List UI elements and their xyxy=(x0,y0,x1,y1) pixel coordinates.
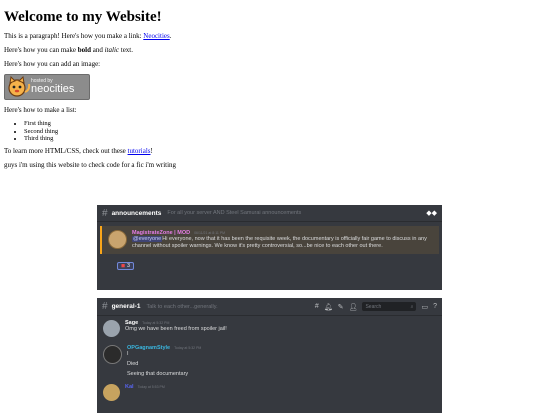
avatar xyxy=(103,320,120,337)
header-icons: ◆◆ xyxy=(426,209,437,217)
neocities-link[interactable]: Neocities xyxy=(143,32,169,40)
message-author: Kal Today at 5:53 PM xyxy=(125,384,436,390)
timestamp: 06/11/21 at 8:11 PM xyxy=(194,231,226,235)
chat-message: Sage Today at 5:32 PM Omg we have been fr… xyxy=(97,316,442,341)
list-item: Second thing xyxy=(24,128,540,136)
inbox-icon[interactable]: ▭ xyxy=(421,303,428,311)
members-icon[interactable]: 👤︎ xyxy=(349,303,358,311)
reaction-button[interactable]: ◼ 3 xyxy=(117,262,134,270)
message-text: @everyoneHi everyone, now that it has be… xyxy=(132,236,433,250)
list-item: First thing xyxy=(24,120,540,128)
paragraph-list: Here's how to make a list: xyxy=(4,106,77,114)
badge-small-text: hosted by xyxy=(31,78,53,84)
channel-topic: Talk to each other...generally. xyxy=(146,303,218,310)
message-body: Sage Today at 5:32 PM Omg we have been fr… xyxy=(125,320,436,337)
announcement-message: MagistrateZone | MOD 06/11/21 at 8:11 PM … xyxy=(100,226,439,254)
discord-general-screenshot: # general-1 Talk to each other...general… xyxy=(97,298,442,413)
paragraph-note: guys i'm using this website to check cod… xyxy=(4,160,177,169)
timestamp: Today at 5:32 PM xyxy=(174,346,202,350)
tutorials-link[interactable]: tutorials xyxy=(128,147,151,155)
timestamp: Today at 5:32 PM xyxy=(142,321,170,325)
bold-text: bold xyxy=(77,46,91,54)
badge-big-text: neocities xyxy=(31,83,75,95)
header-icons: # 🔔︎ ✎ 👤︎ Search ⌕ ▭ ? xyxy=(315,302,437,311)
italic-text: italic xyxy=(104,46,119,54)
paragraph-text: This is a paragraph! Here's how you make… xyxy=(4,32,144,40)
message-text: Seeing that documentary xyxy=(127,371,189,377)
channel-name: announcements xyxy=(111,209,162,217)
reaction-emoji-icon: ◼ xyxy=(121,263,126,269)
reaction-count: 3 xyxy=(127,263,130,269)
paragraph-text: To learn more HTML/CSS, check out these xyxy=(4,146,128,155)
threads-icon[interactable]: # xyxy=(315,303,319,310)
paragraph-formatting: Here's how you can make bold and italic … xyxy=(4,46,540,55)
paragraph-link: This is a paragraph! Here's how you make… xyxy=(4,32,540,41)
avatar xyxy=(108,230,127,249)
message-text: Died xyxy=(127,361,139,367)
message-body: Kal Today at 5:53 PM xyxy=(125,384,436,401)
page-content: Welcome to my Website! This is a paragra… xyxy=(0,8,540,170)
channel-header: # general-1 Talk to each other...general… xyxy=(97,298,442,316)
help-icon[interactable]: ? xyxy=(433,303,437,310)
message-content: Hi everyone, now that it has been the re… xyxy=(132,236,427,249)
paragraph-image: Here's how you can add an image: xyxy=(4,60,101,68)
search-icon: ⌕ xyxy=(410,303,414,310)
page-title: Welcome to my Website! xyxy=(4,9,162,25)
timestamp: Today at 5:53 PM xyxy=(137,385,165,389)
chat-message: Kal Today at 5:53 PM xyxy=(97,382,442,405)
paragraph-text: . xyxy=(169,32,172,40)
paragraph-text: text. xyxy=(119,46,133,54)
everyone-mention[interactable]: @everyone xyxy=(132,236,163,242)
paragraph-text: Here's how you can make xyxy=(4,46,78,54)
neocities-badge[interactable]: hosted by neocities xyxy=(4,74,90,100)
hash-icon: # xyxy=(102,301,108,312)
blobs-icon: ◆◆ xyxy=(426,210,437,217)
message-text: I xyxy=(127,351,129,357)
paragraph-text: and xyxy=(91,46,105,54)
pin-icon[interactable]: ✎ xyxy=(338,303,344,311)
list-item: Third thing xyxy=(24,135,540,143)
cat-logo-icon xyxy=(5,75,31,99)
username: OPGagnamStyle xyxy=(127,345,171,351)
message-body: MagistrateZone | MOD 06/11/21 at 8:11 PM … xyxy=(132,230,433,250)
paragraph-text: ! xyxy=(150,146,153,155)
message-text: Omg we have been freed from spoiler jail… xyxy=(125,326,227,332)
channel-header: # announcements For all your server AND … xyxy=(97,205,442,222)
avatar xyxy=(103,384,120,401)
search-input[interactable]: Search ⌕ xyxy=(362,302,417,311)
paragraph-tutorials: To learn more HTML/CSS, check out these … xyxy=(4,147,540,156)
channel-name: general-1 xyxy=(111,303,141,310)
search-placeholder: Search xyxy=(365,303,382,310)
bullet-list: First thing Second thing Third thing xyxy=(4,120,540,143)
bell-icon[interactable]: 🔔︎ xyxy=(324,303,333,311)
channel-topic: For all your server AND Steel Samurai an… xyxy=(167,210,302,216)
avatar xyxy=(103,345,122,364)
chat-message: OPGagnamStyle Today at 5:32 PM I Died See… xyxy=(97,341,442,382)
message-body: OPGagnamStyle Today at 5:32 PM I Died See… xyxy=(127,345,436,378)
username: Kal xyxy=(125,384,134,390)
badge-text: hosted by neocities xyxy=(31,79,74,95)
hash-icon: # xyxy=(102,207,108,219)
discord-announcements-screenshot: # announcements For all your server AND … xyxy=(97,205,442,290)
